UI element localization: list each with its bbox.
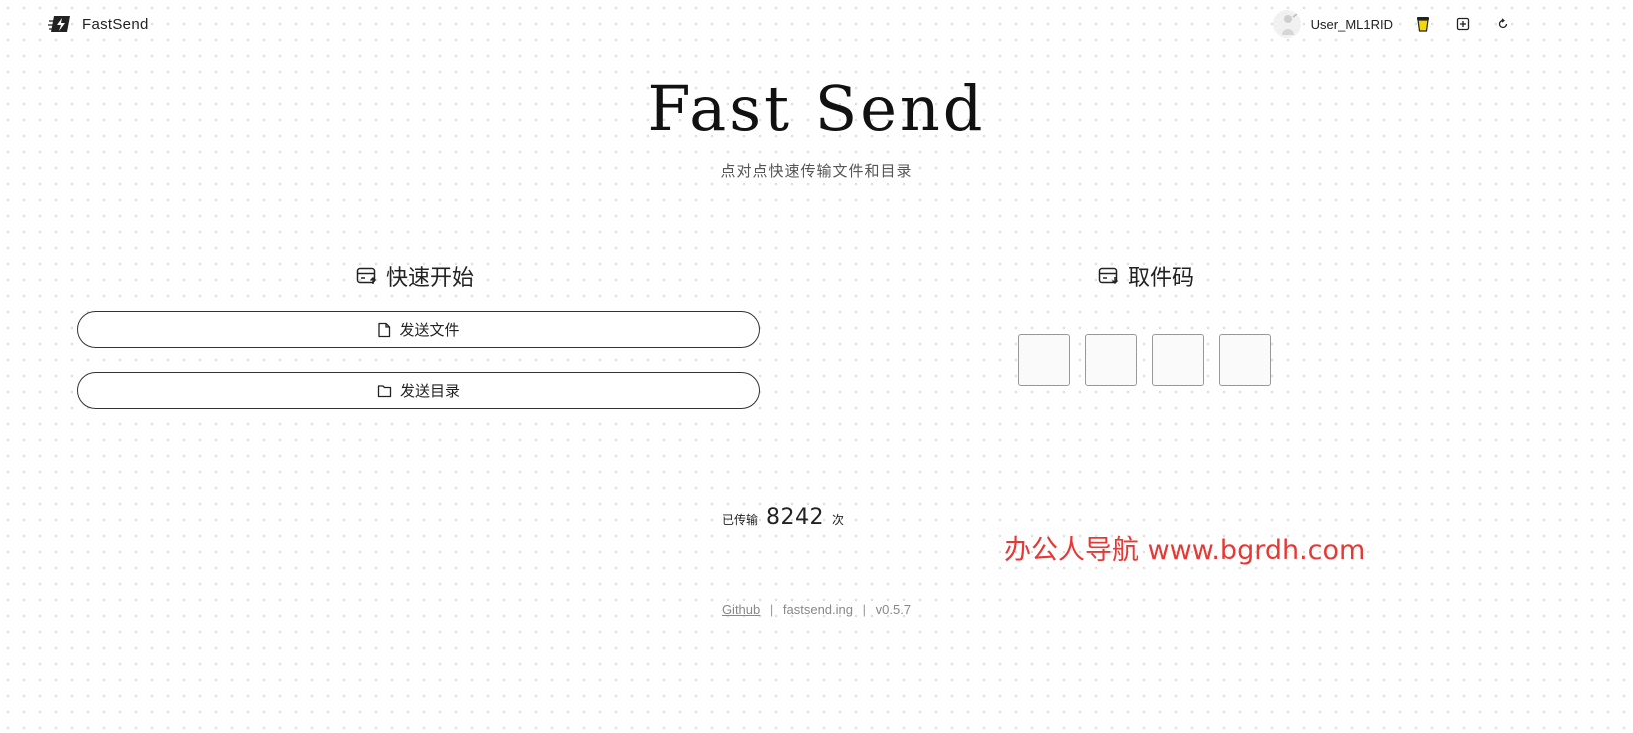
transfer-stats: 已传输 8242 次 — [722, 505, 844, 530]
expand-icon — [1456, 17, 1470, 31]
app-name: FastSend — [82, 15, 149, 33]
watermark-text: 办公人导航 www.bgrdh.com — [1004, 535, 1366, 566]
avatar — [1272, 10, 1301, 38]
stats-count: 8242 — [766, 505, 825, 530]
send-directory-button[interactable]: 发送目录 — [77, 372, 760, 409]
download-card-icon — [1098, 267, 1119, 285]
code-input-3[interactable] — [1152, 334, 1204, 386]
refresh-button[interactable] — [1493, 14, 1513, 34]
quick-start-heading: 快速开始 — [356, 260, 474, 292]
code-input-4[interactable] — [1219, 334, 1271, 386]
stats-unit: 次 — [832, 513, 845, 527]
footer-separator: | — [862, 602, 867, 617]
pickup-code-inputs — [1018, 334, 1271, 386]
github-link[interactable]: Github — [722, 602, 760, 617]
pickup-code-heading: 取件码 — [1098, 260, 1194, 292]
page-title: Fast Send — [647, 72, 986, 145]
cup-icon — [1417, 17, 1429, 32]
lightning-logo-icon — [48, 16, 70, 32]
refresh-icon — [1498, 18, 1508, 29]
footer-separator: | — [769, 602, 774, 617]
footer: Github | fastsend.ing | v0.5.7 — [0, 602, 1633, 617]
code-input-2[interactable] — [1085, 334, 1137, 386]
pickup-code-title: 取件码 — [1128, 266, 1195, 291]
version-label: v0.5.7 — [875, 602, 912, 617]
upload-card-icon — [356, 267, 377, 284]
header-toolbar: User_ML1RID — [1272, 10, 1513, 38]
stats-label: 已传输 — [722, 513, 759, 527]
avatar-icon — [1281, 13, 1298, 35]
file-icon — [378, 322, 391, 337]
logo[interactable]: FastSend — [48, 12, 149, 36]
code-input-1[interactable] — [1018, 334, 1070, 386]
sponsor-button[interactable] — [1413, 14, 1433, 34]
send-file-button[interactable]: 发送文件 — [77, 311, 760, 348]
user-menu[interactable]: User_ML1RID — [1272, 10, 1393, 38]
quick-start-title: 快速开始 — [386, 266, 475, 291]
send-file-label: 发送文件 — [399, 321, 460, 339]
username: User_ML1RID — [1310, 16, 1393, 32]
expand-button[interactable] — [1453, 14, 1473, 34]
folder-icon — [377, 384, 392, 397]
send-directory-label: 发送目录 — [399, 382, 460, 400]
page-subtitle: 点对点快速传输文件和目录 — [720, 162, 913, 180]
site-domain: fastsend.ing — [782, 602, 853, 617]
